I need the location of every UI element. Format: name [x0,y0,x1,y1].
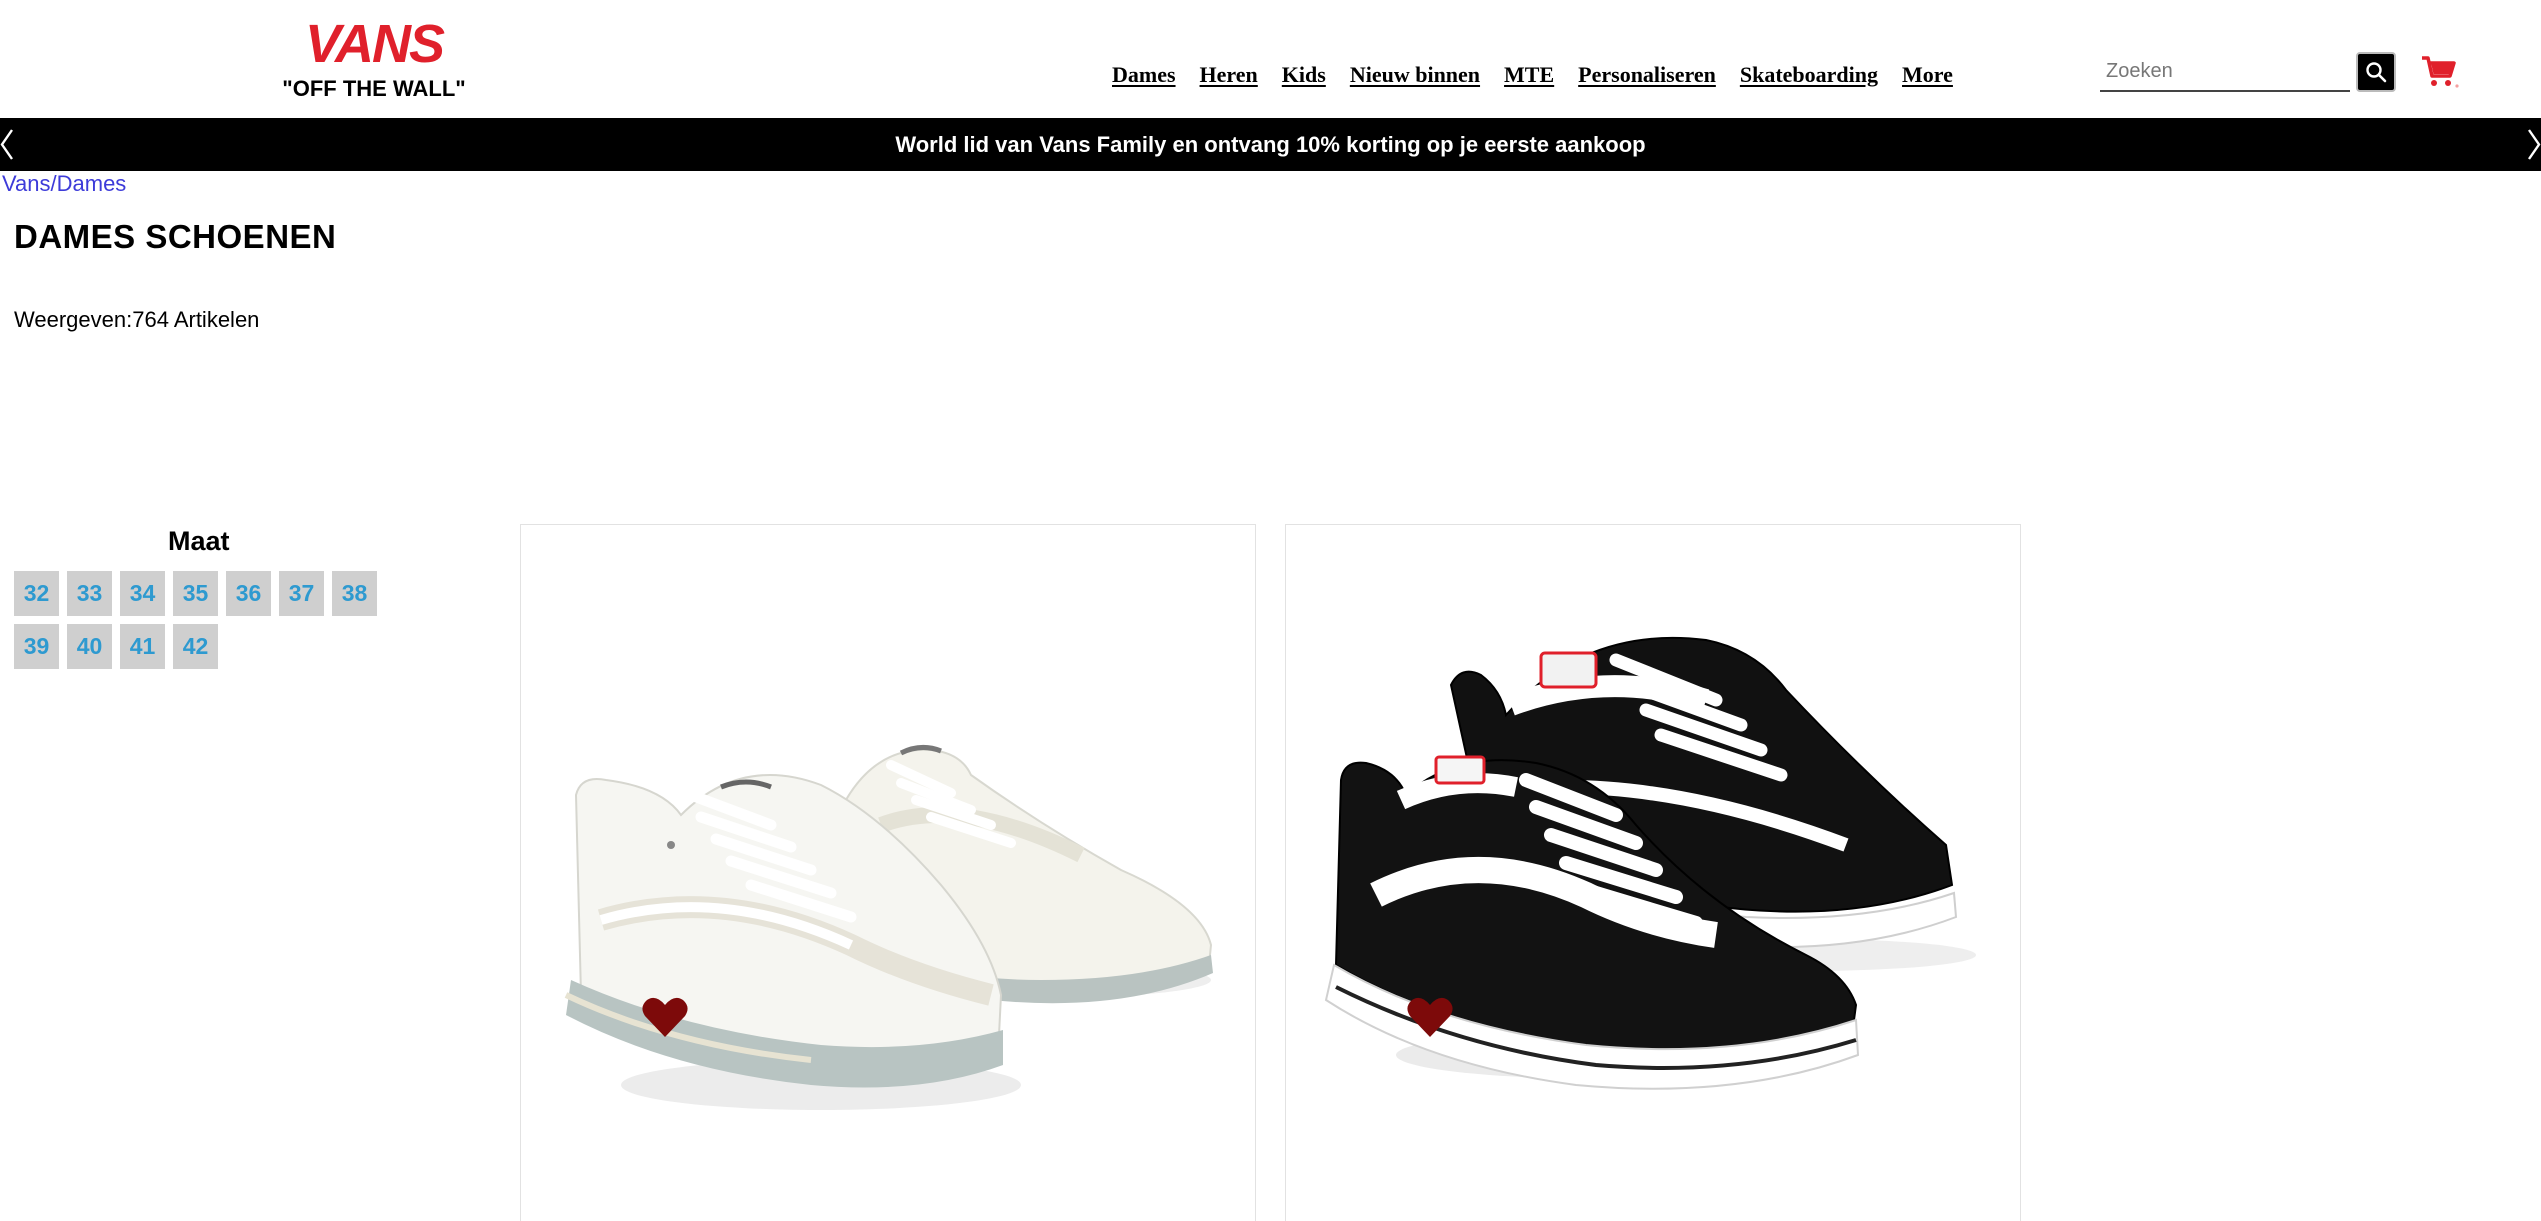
chevron-right-icon[interactable] [2517,128,2541,161]
product-card[interactable] [1285,524,2021,1221]
size-option[interactable]: 34 [120,571,165,616]
product-card[interactable] [520,524,1256,1221]
promo-banner: World lid van Vans Family en ontvang 10%… [0,118,2541,171]
nav-item-personaliseren[interactable]: Personaliseren [1578,62,1716,88]
size-option[interactable]: 35 [173,571,218,616]
product-image-black-sneakers[interactable] [1286,525,2020,1221]
size-filter-title: Maat [168,526,230,556]
search-field [2100,54,2350,92]
shopping-cart-icon [2422,56,2459,88]
size-option[interactable]: 38 [332,571,377,616]
product-image-white-sneakers[interactable] [521,525,1255,1221]
search-input[interactable] [2100,54,2350,88]
size-option[interactable]: 42 [173,624,218,669]
nav-item-skateboarding[interactable]: Skateboarding [1740,62,1878,88]
logo-wordmark: VANS [305,14,445,74]
cart-button[interactable] [2420,54,2460,90]
nav-item-nieuw-binnen[interactable]: Nieuw binnen [1350,62,1480,88]
size-option[interactable]: 37 [279,571,324,616]
nav-item-heren[interactable]: Heren [1200,62,1258,88]
nav-item-mte[interactable]: MTE [1504,62,1554,88]
page-title: DAMES SCHOENEN [14,218,337,255]
vans-logo[interactable]: VANS "OFF THE WALL" [276,12,472,102]
result-count: Weergeven:764 Artikelen [14,307,260,332]
size-option[interactable]: 40 [67,624,112,669]
logo-tagline: "OFF THE WALL" [282,76,465,101]
breadcrumb[interactable]: Vans/Dames [2,171,126,197]
size-filter: 32 33 34 35 36 37 38 39 40 41 42 [14,571,394,669]
main-nav: Dames Heren Kids Nieuw binnen MTE Person… [1112,62,1953,88]
size-option[interactable]: 41 [120,624,165,669]
size-option[interactable]: 39 [14,624,59,669]
nav-item-dames[interactable]: Dames [1112,62,1176,88]
chevron-left-icon[interactable] [0,128,24,161]
site-header: VANS "OFF THE WALL" Dames Heren Kids Nie… [0,0,2541,118]
size-option[interactable]: 32 [14,571,59,616]
size-option[interactable]: 36 [226,571,271,616]
heart-icon[interactable] [1406,995,1454,1039]
nav-item-more[interactable]: More [1902,62,1953,88]
nav-item-kids[interactable]: Kids [1282,62,1326,88]
heart-icon[interactable] [641,995,689,1039]
promo-text: World lid van Vans Family en ontvang 10%… [895,131,1646,157]
search-icon [2366,62,2387,83]
size-option[interactable]: 33 [67,571,112,616]
search-button[interactable] [2356,52,2396,92]
